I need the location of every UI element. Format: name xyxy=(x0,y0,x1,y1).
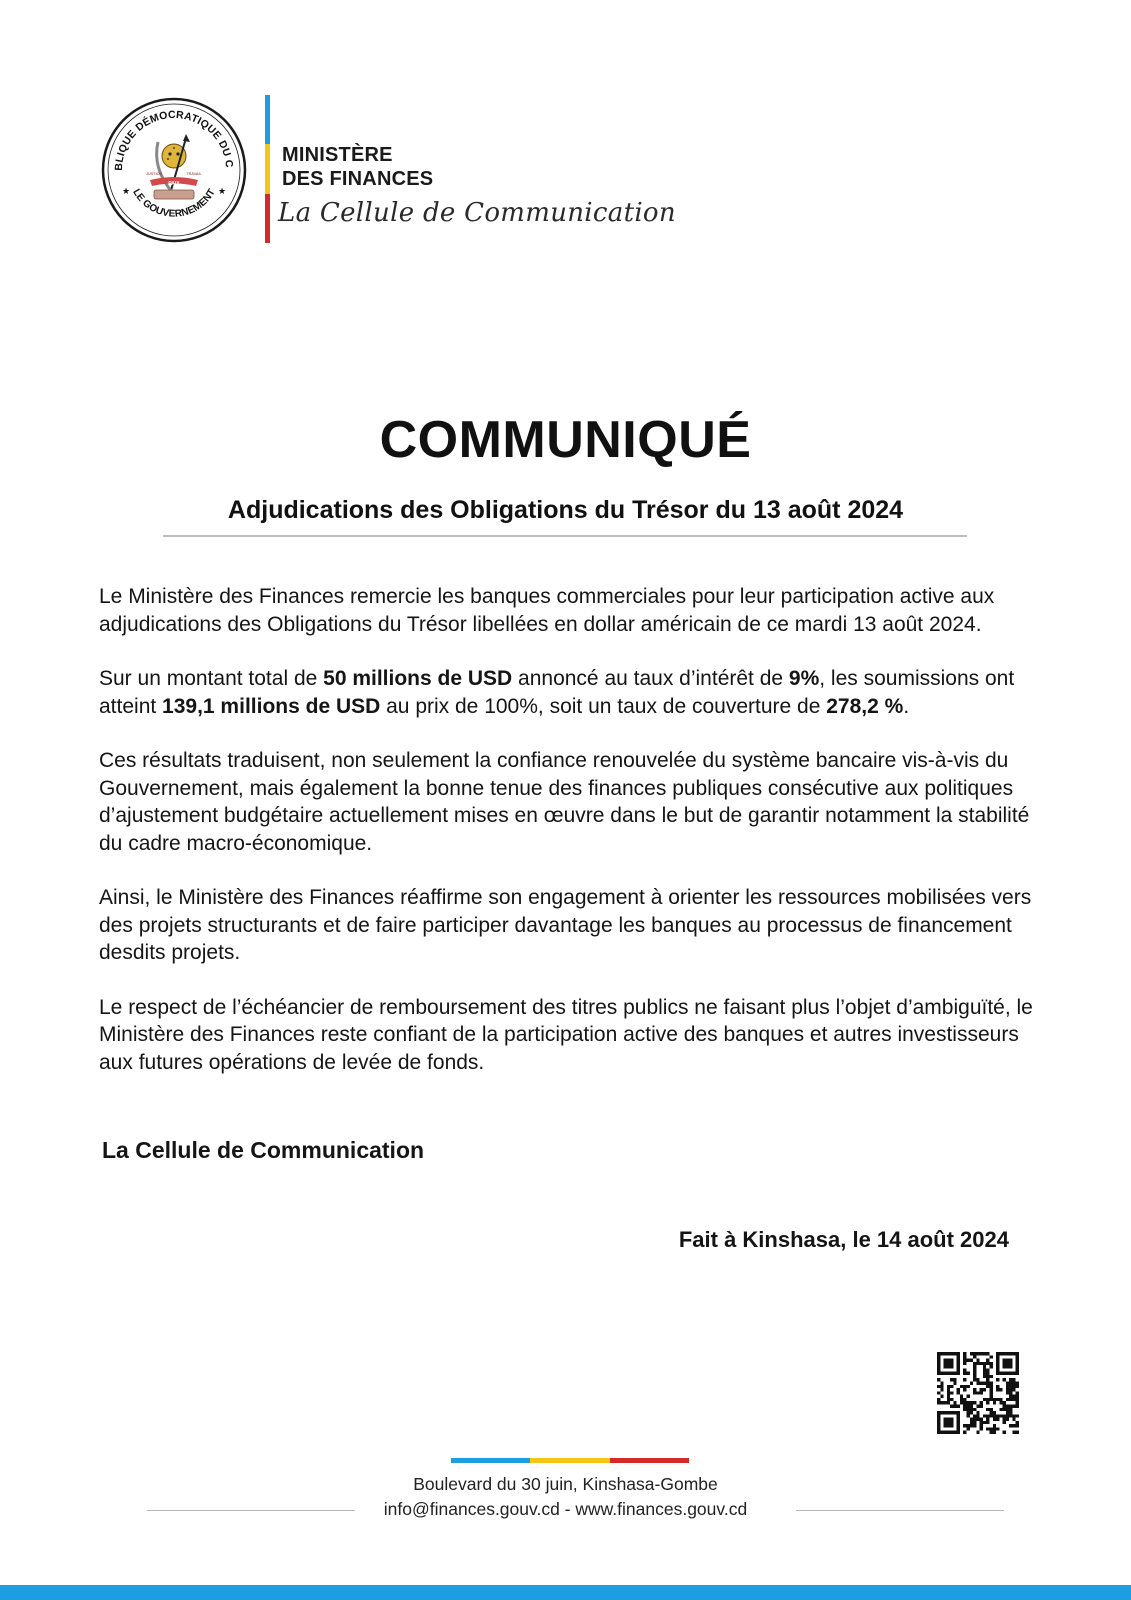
p2-amount-announced: 50 millions de USD xyxy=(323,667,513,690)
paragraph-3: Ces résultats traduisent, non seulement … xyxy=(99,749,1030,855)
page-title: COMMUNIQUÉ xyxy=(379,411,752,469)
p2-interest-rate: 9% xyxy=(788,667,820,690)
p2-text-5: . xyxy=(903,694,910,718)
communique-body: Le Ministère des Finances remercie les b… xyxy=(99,583,1033,1103)
seal-motto-left: JUSTICE xyxy=(146,172,162,176)
p2-text-4: au prix de 100%, soit un taux de couvert… xyxy=(380,694,827,718)
divider-red xyxy=(265,193,270,243)
seal-star-left-icon: ★ xyxy=(122,186,130,196)
footer-tricolor xyxy=(451,1458,689,1463)
qr-code-graphic xyxy=(937,1352,1019,1434)
qr-code-icon xyxy=(937,1352,1019,1434)
footer-stripe-red xyxy=(609,1458,689,1463)
footer-stripe-yellow xyxy=(530,1458,610,1463)
p2-text-2: annoncé au taux d’intérêt de xyxy=(512,667,789,690)
p2-text-1: Sur un montant total de xyxy=(99,667,324,690)
paragraph-2: Sur un montant total de 50 millions de U… xyxy=(99,665,1033,720)
signature: La Cellule de Communication xyxy=(102,1137,425,1163)
footer-address: Boulevard du 30 juin, Kinshasa-Gombe xyxy=(413,1474,718,1494)
footer-stripe-blue xyxy=(451,1458,531,1463)
footer-divider-right xyxy=(796,1510,1004,1511)
p2-amount-submitted: 139,1 millions de USD xyxy=(162,694,381,718)
divider-yellow xyxy=(265,144,270,194)
ministry-line-1: MINISTÈRE xyxy=(282,144,393,166)
paragraph-5: Le respect de l’échéancier de remboursem… xyxy=(99,995,1033,1074)
tricolor-divider xyxy=(265,95,270,243)
divider-blue xyxy=(265,95,270,145)
title-divider xyxy=(163,535,967,537)
seal-star-right-icon: ★ xyxy=(218,186,226,196)
place-date: Fait à Kinshasa, le 14 août 2024 xyxy=(678,1227,1009,1252)
ministry-name: MINISTÈRE DES FINANCES xyxy=(282,143,433,191)
page-subtitle: Adjudications des Obligations du Trésor … xyxy=(227,496,904,524)
seal-graphic: RÉPUBLIQUE DÉMOCRATIQUE DU CONGO LE GOUV… xyxy=(100,96,247,243)
seal-motto-right: TRAVAIL xyxy=(186,172,201,176)
ministry-line-2: DES FINANCES xyxy=(282,168,434,190)
cellule-script-title: La Cellule de Communication xyxy=(278,198,676,228)
coat-of-arms-seal-icon: RÉPUBLIQUE DÉMOCRATIQUE DU CONGO LE GOUV… xyxy=(100,96,248,244)
seal-motto-center: PAIX xyxy=(168,181,180,187)
p2-coverage-rate: 278,2 % xyxy=(826,694,904,718)
paragraph-1: Le Ministère des Finances remercie les b… xyxy=(99,585,995,636)
paragraph-4: Ainsi, le Ministère des Finances réaffir… xyxy=(99,886,1032,964)
bottom-color-band xyxy=(0,1585,1131,1600)
